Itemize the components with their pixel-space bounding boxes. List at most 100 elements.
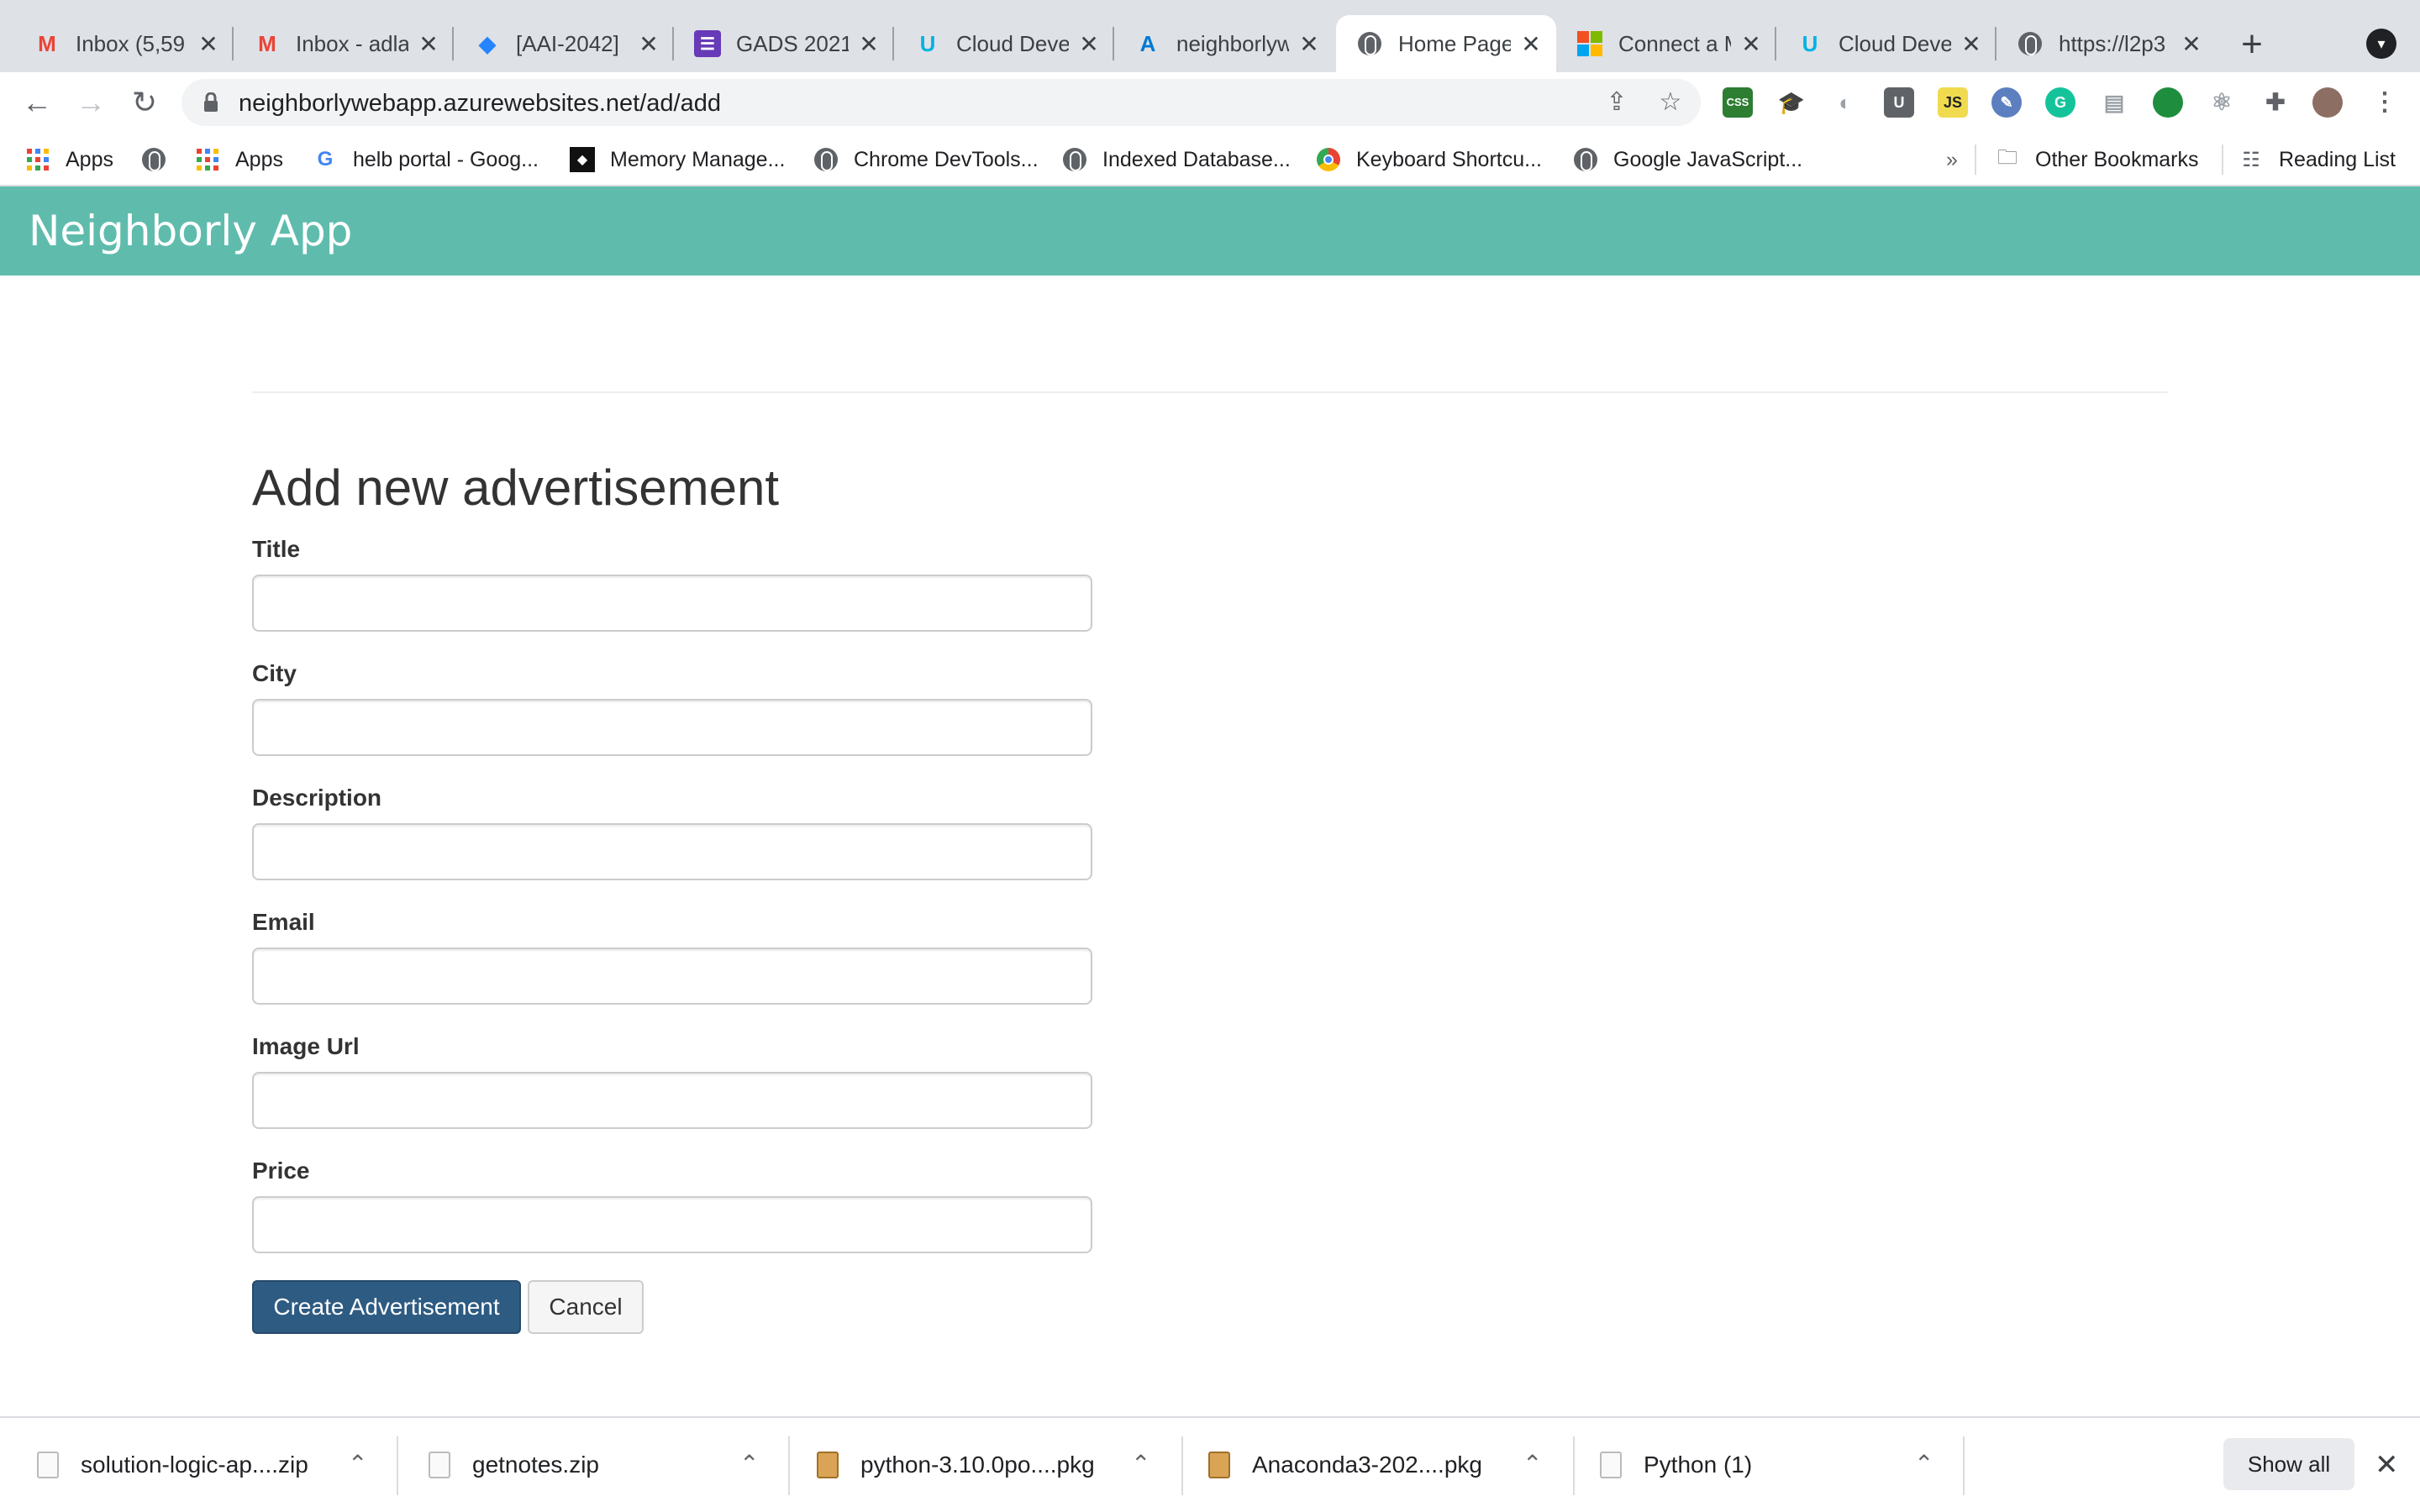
chevron-up-icon[interactable]: ⌃ — [1523, 1450, 1542, 1478]
bookmarks-divider — [2222, 144, 2223, 175]
puzzle-icon[interactable]: ✚ — [2260, 87, 2291, 118]
js-icon[interactable]: JS — [1938, 87, 1968, 118]
tab-label: Home Page — [1398, 30, 1511, 56]
bookmark-helb-portal[interactable]: G helb portal - Goog... — [313, 143, 539, 176]
star-icon[interactable]: ☆ — [1657, 89, 1684, 116]
bookmark-google-javascript[interactable]: Google JavaScript... — [1573, 143, 1802, 176]
tab-label: neighborlyw — [1176, 30, 1289, 56]
lock-icon — [204, 92, 218, 112]
close-icon[interactable]: ✕ — [1079, 30, 1099, 58]
forms-icon: ☰ — [694, 30, 721, 57]
chat-icon[interactable] — [2153, 87, 2183, 118]
back-arrow-icon[interactable]: ← — [20, 86, 54, 119]
email-input[interactable] — [252, 948, 1092, 1005]
close-icon[interactable]: ✕ — [1299, 30, 1319, 58]
bookmark-label: Memory Manage... — [610, 147, 786, 171]
download-shelf: solution-logic-ap....zip ⌃ getnotes.zip … — [0, 1416, 2420, 1512]
reload-icon[interactable]: ↻ — [128, 86, 161, 119]
city-input[interactable] — [252, 699, 1092, 756]
download-item[interactable]: Python (1) ⌃ — [1600, 1418, 1965, 1512]
close-icon[interactable]: ✕ — [1521, 30, 1541, 58]
edit-icon[interactable]: ✎ — [1991, 87, 2022, 118]
create-advertisement-button[interactable]: Create Advertisement — [252, 1280, 521, 1334]
download-divider — [397, 1436, 398, 1495]
city-label: City — [252, 660, 297, 686]
app-navbar: Neighborly App — [0, 186, 2420, 276]
close-icon[interactable]: ✕ — [2181, 30, 2202, 58]
price-label: Price — [252, 1158, 310, 1184]
tab-neighborly-azure[interactable]: A neighborlyw ✕ — [1114, 15, 1334, 72]
content-divider — [252, 391, 2168, 393]
download-item[interactable]: Anaconda3-202....pkg ⌃ — [1208, 1418, 1575, 1512]
bookmark-memory-management[interactable]: ◆ Memory Manage... — [570, 143, 785, 176]
package-icon — [817, 1452, 839, 1478]
bookmark-label: Google JavaScript... — [1613, 147, 1803, 171]
package-icon — [1208, 1452, 1230, 1478]
bookmarks-overflow-button[interactable]: » — [1946, 143, 1958, 176]
grammarly-icon[interactable]: G — [2045, 87, 2075, 118]
bookmarks-divider — [1975, 144, 1976, 175]
show-all-button[interactable]: Show all — [2223, 1438, 2354, 1490]
tab-jira[interactable]: ◆ [AAI-2042] ✕ — [454, 15, 674, 72]
download-item[interactable]: solution-logic-ap....zip ⌃ — [37, 1418, 398, 1512]
graduation-cap-icon[interactable]: 🎓 — [1776, 87, 1807, 118]
bookmark-indexed-database[interactable]: Indexed Database... — [1062, 143, 1291, 176]
chevron-up-icon[interactable]: ⌃ — [348, 1450, 367, 1478]
reading-list[interactable]: ☷ Reading List — [2238, 143, 2396, 176]
tab-cloud-developer-2[interactable]: U Cloud Deve ✕ — [1776, 15, 1996, 72]
close-icon[interactable]: ✕ — [2375, 1448, 2399, 1482]
image-url-input[interactable] — [252, 1072, 1092, 1129]
tab-search-icon[interactable]: ▾ — [2366, 29, 2396, 59]
microsoft-icon — [1576, 30, 1603, 57]
share-icon[interactable]: ⇪ — [1603, 89, 1630, 116]
tab-gmail-inbox-2[interactable]: M Inbox - adla ✕ — [234, 15, 454, 72]
close-icon[interactable]: ✕ — [639, 30, 659, 58]
chevron-up-icon[interactable]: ⌃ — [1131, 1450, 1150, 1478]
browser-tab-strip: M Inbox (5,59 ✕ M Inbox - adla ✕ ◆ [AAI-… — [0, 0, 2420, 72]
close-icon[interactable]: ✕ — [198, 30, 218, 58]
clipboard-icon[interactable]: ▤ — [2099, 87, 2129, 118]
tab-label: GADS 2021 — [736, 30, 849, 56]
address-bar[interactable]: neighborlywebapp.azurewebsites.net/ad/ad… — [182, 79, 1701, 126]
title-input[interactable] — [252, 575, 1092, 632]
download-item[interactable]: getnotes.zip ⌃ — [429, 1418, 790, 1512]
tab-gmail-inbox[interactable]: M Inbox (5,59 ✕ — [13, 15, 234, 72]
bookmark-globe[interactable] — [141, 143, 182, 176]
bookmark-label: Apps — [66, 147, 113, 171]
react-icon[interactable]: ⚛ — [2207, 87, 2237, 118]
other-bookmarks[interactable]: 🗀 Other Bookmarks — [1995, 143, 2199, 176]
bookmark-chrome-devtools[interactable]: Chrome DevTools... — [813, 143, 1039, 176]
tab-label: Inbox - adla — [296, 30, 408, 56]
price-input[interactable] — [252, 1196, 1092, 1253]
cancel-button[interactable]: Cancel — [528, 1280, 644, 1334]
close-icon[interactable]: ✕ — [1741, 30, 1761, 58]
tab-gads-form[interactable]: ☰ GADS 2021 ✕ — [674, 15, 894, 72]
bookmark-keyboard-shortcuts[interactable]: Keyboard Shortcu... — [1316, 143, 1542, 176]
close-icon[interactable]: ✕ — [1961, 30, 1981, 58]
owl-icon[interactable]: ◐ — [1830, 87, 1860, 118]
new-tab-button[interactable]: + — [2230, 24, 2274, 67]
tab-cloud-developer[interactable]: U Cloud Deve ✕ — [894, 15, 1114, 72]
u-icon[interactable]: U — [1884, 87, 1914, 118]
close-icon[interactable]: ✕ — [418, 30, 439, 58]
chevron-up-icon[interactable]: ⌃ — [1914, 1450, 1933, 1478]
download-item[interactable]: python-3.10.0po....pkg ⌃ — [817, 1418, 1183, 1512]
description-input[interactable] — [252, 823, 1092, 880]
tab-label: https://l2p3 — [2059, 30, 2166, 56]
bookmark-label: Indexed Database... — [1102, 147, 1291, 171]
bookmark-label: Keyboard Shortcu... — [1356, 147, 1542, 171]
app-brand[interactable]: Neighborly App — [29, 207, 352, 255]
image-url-label: Image Url — [252, 1033, 360, 1059]
tab-connect-microsoft[interactable]: Connect a M ✕ — [1556, 15, 1776, 72]
chevron-up-icon[interactable]: ⌃ — [739, 1450, 759, 1478]
tab-home-page[interactable]: Home Page ✕ — [1336, 15, 1556, 72]
tab-url[interactable]: https://l2p3 ✕ — [1996, 15, 2217, 72]
forward-arrow-icon[interactable]: → — [74, 86, 108, 119]
bookmark-apps-2[interactable]: Apps — [195, 143, 283, 176]
menu-kebab-icon[interactable]: ⋮ — [2370, 87, 2400, 118]
bookmark-apps[interactable]: Apps — [25, 143, 113, 176]
profile-avatar[interactable] — [2312, 87, 2343, 118]
download-divider — [788, 1436, 790, 1495]
close-icon[interactable]: ✕ — [859, 30, 879, 58]
css-icon[interactable]: CSS — [1723, 87, 1753, 118]
